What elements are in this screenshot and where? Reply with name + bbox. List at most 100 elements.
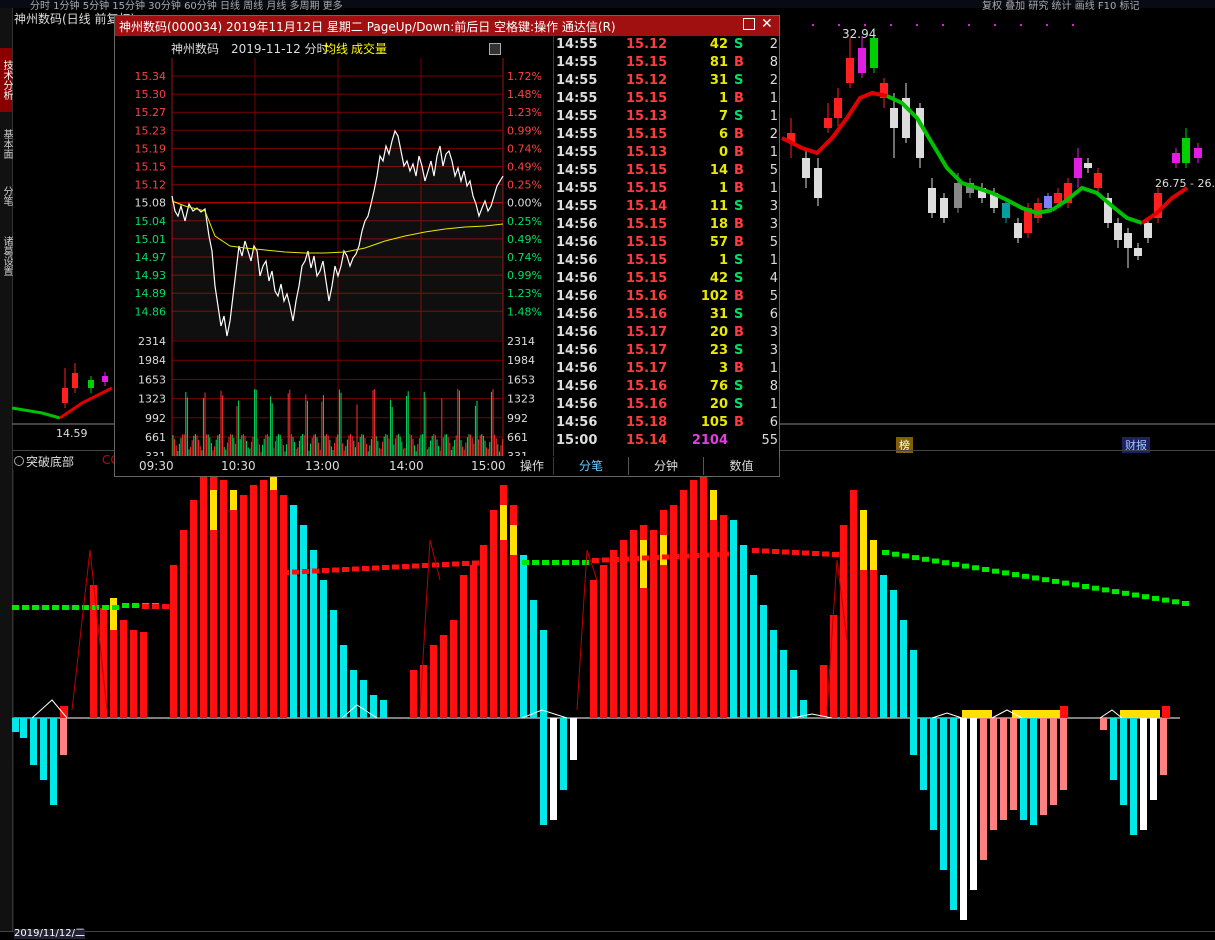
trade-price: 15.15 [626, 181, 668, 196]
trade-row[interactable]: 14:55 15.12 42 S 2 [554, 36, 780, 54]
price-tick: 15.34 [135, 70, 167, 83]
indicator-bar [130, 630, 137, 718]
signal-dot [822, 551, 829, 557]
indicator-bar [850, 490, 857, 718]
indicator-title[interactable]: 突破底部 [26, 453, 74, 470]
indicator-bar [1120, 718, 1127, 805]
indicator-bar [320, 580, 327, 718]
indicator-bar [1040, 718, 1047, 815]
signal-dot [102, 605, 109, 610]
indicator-bar [710, 490, 717, 520]
indicator-bar [900, 620, 907, 718]
indicator-bar [330, 610, 337, 718]
trade-row[interactable]: 14:56 15.18 105 B 6 [554, 414, 780, 432]
tab-fundamental[interactable]: 基本面 [0, 116, 12, 172]
trade-row[interactable]: 14:55 15.15 6 B 2 [554, 126, 780, 144]
signal-dot [932, 558, 939, 564]
tab-settings[interactable]: 诸葛设置 [0, 226, 12, 286]
popup-title: 神州数码(000034) 2019年11月12日 星期二 PageUp/Down… [119, 20, 616, 34]
signal-dot [52, 605, 59, 610]
indicator-bar [470, 565, 477, 718]
minute-chart[interactable]: 15.34 1.72% 15.30 1.48% 15.27 1.23% 15.23 0.99%… [115, 36, 555, 456]
signal-dot [372, 565, 379, 571]
tab-minutes[interactable]: 分钟 [629, 457, 704, 475]
indicator-bar [220, 480, 227, 718]
candle-body [814, 168, 822, 198]
signal-dot [352, 566, 359, 572]
indicator-menu-icon[interactable] [14, 456, 24, 466]
price-tick: 14.93 [135, 269, 167, 282]
time-label: 15:00 [471, 459, 506, 473]
trade-row[interactable]: 14:56 15.15 1 S 1 [554, 252, 780, 270]
indicator-chart[interactable] [12, 470, 1215, 930]
indicator-bar [460, 575, 467, 718]
indicator-bar [930, 718, 937, 830]
time-axis: 09:30 10:30 13:00 14:00 15:00 [115, 457, 555, 475]
trade-time: 14:55 [556, 37, 598, 52]
trade-row[interactable]: 14:56 15.15 42 S 4 [554, 270, 780, 288]
trade-price: 15.16 [626, 397, 668, 412]
signal-dot [292, 569, 299, 575]
indicator-bar [720, 515, 727, 718]
trade-n: 5 [769, 235, 778, 250]
indicator-bar [880, 575, 887, 718]
indicator-bar [310, 550, 317, 718]
intraday-popup[interactable]: 神州数码(000034) 2019年11月12日 星期二 PageUp/Down… [114, 15, 780, 477]
stock-name: 神州数码 [171, 42, 220, 56]
candle-body [1124, 233, 1132, 248]
trade-n: 1 [769, 145, 778, 160]
indicator-bar [450, 620, 457, 718]
trade-row[interactable]: 14:56 15.16 102 B 5 [554, 288, 780, 306]
price-tick: 14.86 [135, 305, 167, 318]
trade-row[interactable]: 14:56 15.16 20 S 1 [554, 396, 780, 414]
indicator-bar [340, 645, 347, 718]
pct-tick: 0.49% [507, 233, 542, 246]
trade-row[interactable]: 14:56 15.17 23 S 3 [554, 342, 780, 360]
trade-price: 15.15 [626, 253, 668, 268]
trade-price: 15.15 [626, 127, 668, 142]
close-icon[interactable]: ✕ [761, 16, 773, 32]
tab-technical[interactable]: 技术分析 [0, 48, 12, 112]
trade-row[interactable]: 14:55 15.12 31 S 2 [554, 72, 780, 90]
trade-row[interactable]: 14:56 15.16 76 S 8 [554, 378, 780, 396]
operate-button[interactable]: 操作 [509, 457, 555, 475]
trade-time: 14:55 [556, 73, 598, 88]
signal-dot [1072, 582, 1079, 588]
trade-row[interactable]: 14:55 15.15 1 B 1 [554, 90, 780, 108]
signal-dot [832, 552, 839, 557]
signal-dot [682, 553, 689, 559]
trade-row[interactable]: 14:56 15.15 18 B 3 [554, 216, 780, 234]
trade-row[interactable]: 14:56 15.17 3 B 1 [554, 360, 780, 378]
signal-dot [892, 551, 899, 557]
maximize-icon[interactable] [743, 18, 755, 30]
trade-row[interactable]: 14:55 15.13 7 S 1 [554, 108, 780, 126]
trade-row[interactable]: 14:56 15.17 20 B 3 [554, 324, 780, 342]
candle-body [928, 188, 936, 213]
tab-ticks[interactable]: 分笔 [0, 176, 12, 216]
popup-titlebar[interactable]: 神州数码(000034) 2019年11月12日 星期二 PageUp/Down… [115, 16, 779, 36]
pct-tick: 0.99% [507, 124, 542, 137]
trade-row[interactable]: 14:55 15.15 14 B 5 [554, 162, 780, 180]
trade-vol: 0 [718, 145, 728, 160]
trade-row[interactable]: 14:55 15.13 0 B 1 [554, 144, 780, 162]
tab-values[interactable]: 数值 [704, 457, 780, 475]
marker-dot [1046, 24, 1048, 26]
price-label-low: 14.59 [56, 427, 88, 440]
indicator-bar [560, 718, 567, 790]
trade-row[interactable]: 14:56 15.16 31 S 6 [554, 306, 780, 324]
tab-ticks[interactable]: 分笔 [554, 457, 629, 475]
panel-toggle-icon[interactable] [489, 43, 501, 55]
trade-vol: 1 [718, 253, 728, 268]
indicator-bar [60, 718, 67, 755]
trade-price: 15.15 [626, 55, 668, 70]
trade-row[interactable]: 14:55 15.15 81 B 8 [554, 54, 780, 72]
trade-row[interactable]: 15:00 15.14 2104 55 [554, 432, 780, 450]
trade-vol: 81 [709, 55, 728, 70]
trade-row[interactable]: 14:55 15.14 11 S 3 [554, 198, 780, 216]
trade-time: 14:56 [556, 325, 598, 340]
trade-dir: B [734, 289, 744, 304]
tick-trade-list[interactable]: 14:55 15.12 42 S 2 14:55 15.15 81 B 8 14:55 15.12 31… [553, 36, 780, 456]
trade-row[interactable]: 14:55 15.15 1 B 1 [554, 180, 780, 198]
trade-row[interactable]: 14:56 15.15 57 B 5 [554, 234, 780, 252]
indicator-bar [140, 632, 147, 718]
